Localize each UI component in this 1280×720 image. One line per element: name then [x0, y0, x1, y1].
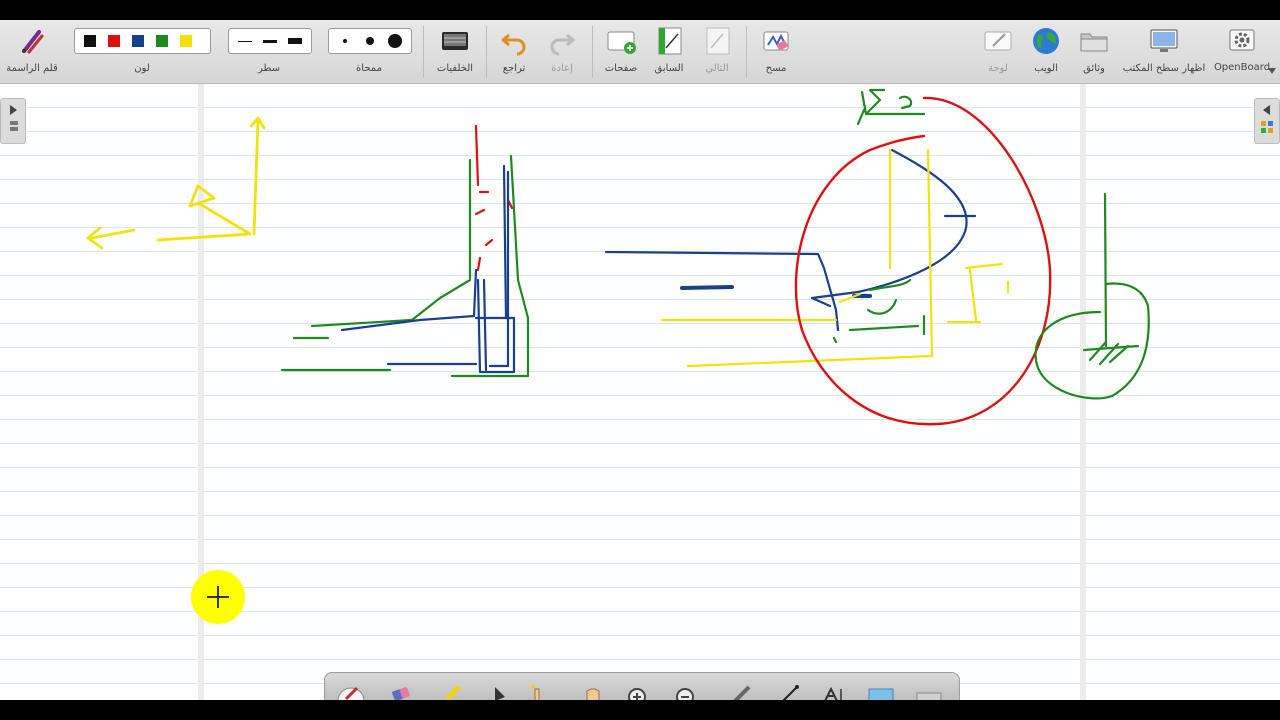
previous-page-icon	[658, 27, 682, 55]
zoom-in-icon[interactable]	[623, 683, 651, 701]
line-width-options	[228, 28, 312, 54]
color-group: لون	[72, 20, 212, 84]
pen-icon	[22, 30, 44, 54]
left-structure-red	[474, 124, 514, 272]
color-label: لون	[134, 63, 150, 74]
chevron-down-icon[interactable]	[1268, 68, 1276, 74]
backgrounds-label: الخلفيات	[436, 63, 474, 74]
line-thin-option[interactable]	[233, 31, 256, 51]
next-page-button[interactable]: التالي	[694, 20, 740, 84]
hand-pan-icon[interactable]	[579, 683, 607, 701]
globe-icon	[1033, 28, 1059, 54]
documents-button[interactable]: وثائق	[1072, 20, 1116, 84]
next-label: التالي	[705, 63, 729, 74]
whiteboard-canvas[interactable]	[0, 84, 1280, 700]
redo-icon	[550, 33, 575, 56]
redo-button[interactable]: إعادة	[540, 20, 584, 84]
desktop-icon	[1150, 29, 1178, 52]
line-thick-option[interactable]	[284, 31, 307, 51]
color-green-swatch[interactable]	[152, 31, 172, 51]
capture-tool-icon[interactable]	[867, 683, 895, 701]
right-sketch-green	[1034, 192, 1150, 400]
line-tool-icon[interactable]	[777, 683, 805, 701]
clear-icon	[763, 31, 789, 51]
clear-page-button[interactable]: مسح	[752, 20, 800, 84]
expand-arrow-icon	[10, 105, 18, 131]
eraser-tool-icon[interactable]	[387, 683, 415, 701]
color-swatches	[74, 28, 211, 54]
redo-label: إعادة	[551, 63, 573, 74]
board-icon	[984, 31, 1012, 51]
web-button[interactable]: الويب	[1024, 20, 1068, 84]
eraser-label: ممحاة	[356, 63, 382, 74]
eraser-large-option[interactable]	[384, 31, 407, 51]
eraser-medium-option[interactable]	[358, 31, 381, 51]
backgrounds-button[interactable]: الخلفيات	[430, 20, 480, 84]
show-desktop-button[interactable]: اظهار سطح المكتب	[1120, 20, 1208, 84]
pen-cursor	[191, 570, 245, 624]
drawing-layer	[86, 88, 1150, 426]
selector-arrow-icon[interactable]	[485, 683, 513, 701]
add-page-button[interactable]: صفحات	[598, 20, 644, 84]
highlighter-tool-icon[interactable]	[439, 683, 467, 701]
laser-pointer-icon[interactable]	[727, 683, 755, 701]
add-page-icon	[607, 31, 636, 54]
line-label: سطر	[257, 63, 281, 74]
documents-label: وثائق	[1083, 63, 1105, 74]
line-medium-option[interactable]	[258, 31, 281, 51]
main-toolbar: قلم الراسمة لون سطر ممحاة الخلفيات تراجع…	[0, 20, 1280, 84]
board-label: لوحة	[988, 63, 1008, 74]
openboard-label: OpenBoard	[1213, 62, 1271, 73]
color-yellow-swatch[interactable]	[176, 31, 196, 51]
red-circle	[794, 96, 1052, 426]
next-page-icon	[706, 27, 730, 55]
axes-sketch	[86, 116, 266, 250]
middle-sketch-green	[832, 88, 926, 344]
left-structure-green	[280, 154, 530, 378]
interact-hand-icon[interactable]	[525, 683, 553, 701]
virtual-keyboard-icon[interactable]	[915, 683, 943, 701]
middle-sketch-yellow	[660, 148, 1010, 368]
previous-page-button[interactable]: السابق	[646, 20, 692, 84]
color-blue-swatch[interactable]	[128, 31, 148, 51]
middle-sketch-blue	[604, 148, 977, 332]
text-tool-icon[interactable]	[821, 683, 849, 701]
toolbar-separator	[423, 26, 424, 78]
pages-label: صفحات	[604, 63, 638, 74]
toolbar-separator	[592, 26, 593, 78]
web-label: الويب	[1034, 63, 1058, 74]
color-red-swatch[interactable]	[104, 31, 124, 51]
right-palette-tab[interactable]	[1254, 98, 1280, 144]
left-structure-blue	[340, 164, 516, 374]
pen-tool-button[interactable]: قلم الراسمة	[0, 20, 64, 84]
collapse-arrow-icon	[1261, 105, 1273, 133]
openboard-menu-button[interactable]: OpenBoard	[1210, 20, 1274, 84]
board-button[interactable]: لوحة	[976, 20, 1020, 84]
undo-icon	[501, 33, 526, 56]
clear-label: مسح	[765, 63, 787, 74]
desktop-label: اظهار سطح المكتب	[1122, 63, 1206, 74]
pen-label: قلم الراسمة	[6, 63, 58, 74]
eraser-small-option[interactable]	[333, 31, 356, 51]
screen-bottom-border	[0, 700, 1280, 720]
screen-top-border	[0, 0, 1280, 20]
toolbar-separator	[486, 26, 487, 78]
eraser-size-options	[328, 28, 412, 54]
eraser-size-group: ممحاة	[326, 20, 412, 84]
undo-button[interactable]: تراجع	[492, 20, 536, 84]
keyboard-icon	[442, 32, 468, 50]
undo-label: تراجع	[502, 63, 526, 74]
previous-label: السابق	[654, 63, 684, 74]
zoom-out-icon[interactable]	[671, 683, 699, 701]
stylus-palette	[324, 672, 960, 701]
gear-icon	[1229, 29, 1255, 51]
folder-icon	[1080, 33, 1108, 52]
left-palette-tab[interactable]	[0, 98, 26, 144]
pen-tool-icon[interactable]	[337, 683, 365, 701]
color-black-swatch[interactable]	[80, 31, 100, 51]
toolbar-separator	[746, 26, 747, 78]
line-width-group: سطر	[226, 20, 312, 84]
